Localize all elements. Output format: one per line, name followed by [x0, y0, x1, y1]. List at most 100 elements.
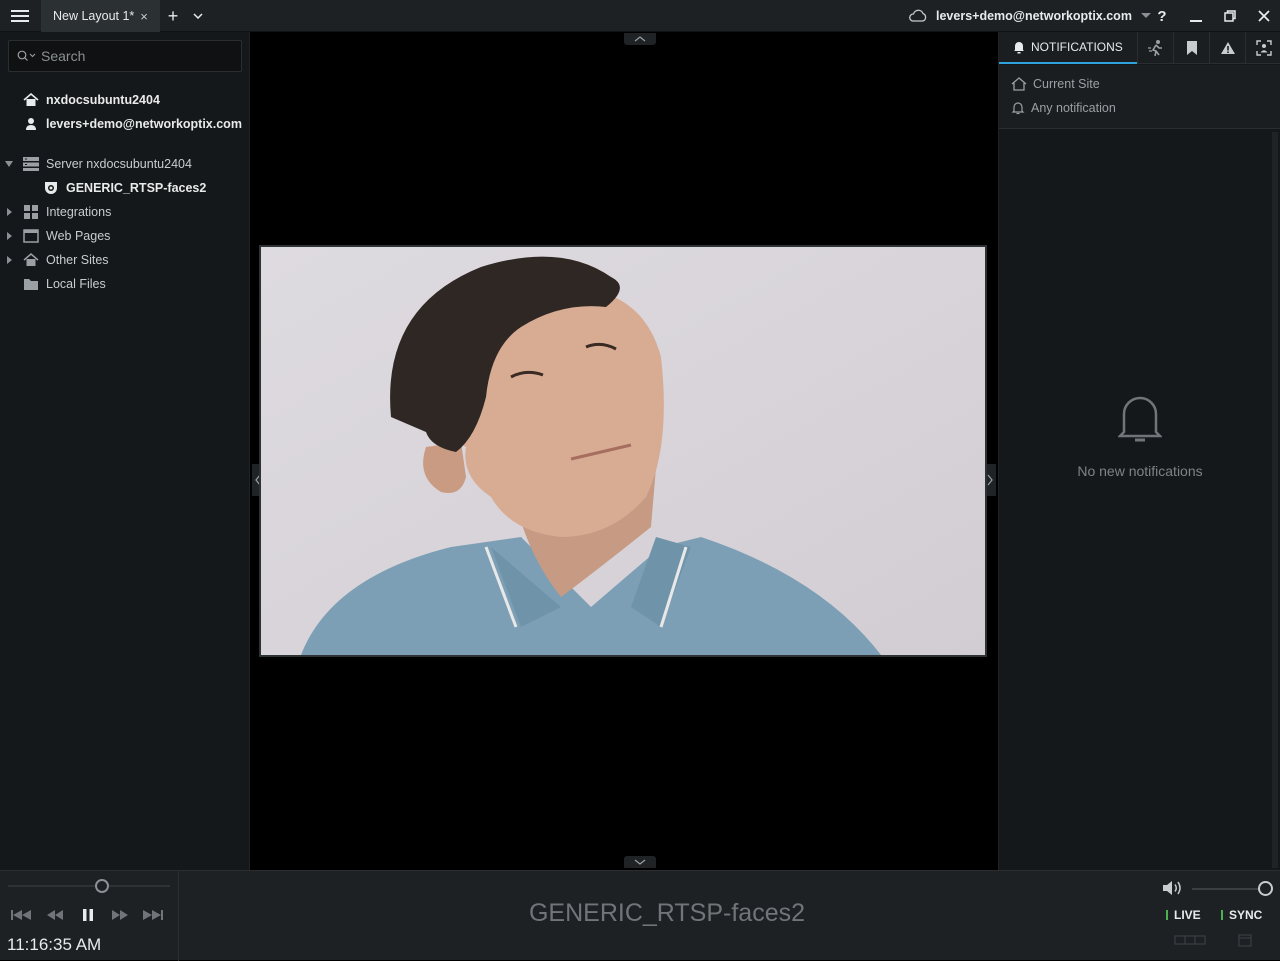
no-notifications-text: No new notifications — [1077, 463, 1203, 479]
chevron-up-icon — [634, 36, 646, 42]
close-window-button[interactable] — [1248, 0, 1280, 32]
thumbnails-toggle-icon[interactable] — [1174, 933, 1206, 947]
volume-slider-track[interactable] — [1192, 888, 1260, 890]
bookmark-icon — [1186, 41, 1197, 55]
tree-item-label: levers+demo@networkoptix.com — [46, 117, 242, 131]
bell-icon — [1014, 42, 1024, 54]
motion-icon — [1147, 40, 1162, 57]
speed-slider-track[interactable] — [8, 885, 170, 887]
go-to-start-button[interactable] — [7, 905, 35, 925]
tab-motion[interactable] — [1137, 32, 1173, 64]
cloud-account-button[interactable]: levers+demo@networkoptix.com — [908, 0, 1152, 32]
expanded-arrow-icon — [5, 161, 13, 167]
timeline-control-bar: 11:16:35 AM GENERIC_RTSP-faces2 LIVE SYN… — [0, 870, 1280, 961]
server-icon — [22, 155, 40, 173]
live-label: LIVE — [1174, 908, 1201, 922]
main-menu-button[interactable] — [0, 0, 40, 32]
tree-item-integrations[interactable]: Integrations — [0, 200, 250, 224]
sync-label: SYNC — [1229, 908, 1263, 922]
add-tab-button[interactable]: + — [162, 0, 184, 32]
rewind-icon — [47, 910, 63, 920]
collapsed-arrow-icon — [7, 256, 12, 264]
volume-icon[interactable] — [1162, 879, 1186, 897]
user-icon — [22, 115, 40, 133]
filter-type-label: Any notification — [1031, 101, 1116, 115]
warning-icon — [1220, 42, 1235, 54]
skip-start-icon — [11, 910, 31, 920]
minimize-button[interactable] — [1180, 0, 1212, 32]
collapse-timeline-button[interactable] — [624, 856, 656, 868]
rewind-button[interactable] — [41, 905, 69, 925]
collapsed-arrow-icon — [7, 208, 12, 216]
tree-item-label: Local Files — [46, 277, 106, 291]
layout-scene[interactable] — [251, 32, 997, 870]
fast-forward-icon — [112, 910, 128, 920]
notification-filters: Current Site Any notification — [999, 65, 1280, 129]
filter-site-label: Current Site — [1033, 77, 1100, 91]
chevron-down-icon — [634, 859, 646, 865]
bell-outline-icon — [1011, 102, 1025, 115]
speed-slider-handle[interactable] — [95, 879, 109, 893]
tab-notifications-label: NOTIFICATIONS — [1031, 40, 1123, 54]
tree-item-site[interactable]: nxdocsubuntu2404 — [0, 88, 250, 112]
camera-icon — [42, 179, 60, 197]
pause-button[interactable] — [74, 905, 102, 925]
minimize-icon — [1190, 20, 1202, 22]
other-sites-icon — [22, 251, 40, 269]
restore-icon — [1224, 10, 1236, 22]
close-icon — [1258, 10, 1270, 22]
camera-video-frame — [261, 247, 985, 655]
search-input[interactable] — [41, 48, 221, 64]
tree-item-label: Server nxdocsubuntu2404 — [46, 157, 192, 171]
filter-site[interactable]: Current Site — [1011, 73, 1100, 95]
integrations-icon — [22, 203, 40, 221]
skip-end-icon — [143, 910, 163, 920]
notifications-scrollbar[interactable] — [1272, 132, 1278, 868]
sync-indicator — [1221, 910, 1223, 920]
camera-video-item[interactable] — [259, 245, 987, 657]
layout-tab[interactable]: New Layout 1* × — [41, 0, 160, 32]
folder-icon — [22, 275, 40, 293]
chevron-down-icon — [193, 13, 203, 19]
collapse-top-panel-button[interactable] — [624, 33, 656, 45]
tree-item-server[interactable]: Server nxdocsubuntu2404 — [0, 152, 250, 176]
right-panel-tabs: NOTIFICATIONS — [999, 32, 1280, 64]
tree-item-label: Web Pages — [46, 229, 111, 243]
tree-item-web-pages[interactable]: Web Pages — [0, 224, 250, 248]
tab-list-button[interactable] — [186, 0, 210, 32]
large-bell-icon — [1116, 396, 1164, 442]
search-icon — [17, 50, 36, 61]
restore-button[interactable] — [1214, 0, 1246, 32]
filter-notification-type[interactable]: Any notification — [1011, 97, 1116, 119]
divider — [178, 871, 179, 961]
search-box[interactable] — [8, 40, 242, 72]
tab-events[interactable] — [1209, 32, 1245, 64]
tab-bookmarks[interactable] — [1173, 32, 1209, 64]
close-tab-button[interactable]: × — [137, 9, 151, 24]
tree-item-label: nxdocsubuntu2404 — [46, 93, 160, 107]
current-time: 11:16:35 AM — [7, 935, 102, 954]
tree-item-local-files[interactable]: Local Files — [0, 272, 250, 296]
calendar-icon[interactable] — [1238, 933, 1252, 947]
tree-item-camera[interactable]: GENERIC_RTSP-faces2 — [0, 176, 250, 200]
sync-button[interactable]: SYNC — [1221, 905, 1262, 925]
tree-item-label: GENERIC_RTSP-faces2 — [66, 181, 207, 195]
chevron-right-icon — [987, 474, 993, 486]
tab-object-search[interactable] — [1245, 32, 1280, 64]
hamburger-icon — [11, 10, 29, 22]
live-button[interactable]: LIVE — [1166, 905, 1201, 925]
layout-tab-label: New Layout 1* — [53, 9, 135, 23]
notifications-panel: NOTIFICATIONS Current Site Any notificat… — [998, 32, 1280, 870]
tab-notifications[interactable]: NOTIFICATIONS — [999, 32, 1137, 64]
tree-item-other-sites[interactable]: Other Sites — [0, 248, 250, 272]
collapsed-arrow-icon — [7, 232, 12, 240]
fast-forward-button[interactable] — [106, 905, 134, 925]
go-to-end-button[interactable] — [139, 905, 167, 925]
volume-slider-handle[interactable] — [1258, 881, 1273, 896]
tree-item-label: Integrations — [46, 205, 112, 219]
pause-icon — [83, 909, 93, 921]
help-button[interactable]: ? — [1146, 0, 1178, 32]
home-outline-icon — [1011, 77, 1027, 91]
tree-item-user[interactable]: levers+demo@networkoptix.com — [0, 112, 250, 136]
account-email: levers+demo@networkoptix.com — [936, 9, 1132, 23]
